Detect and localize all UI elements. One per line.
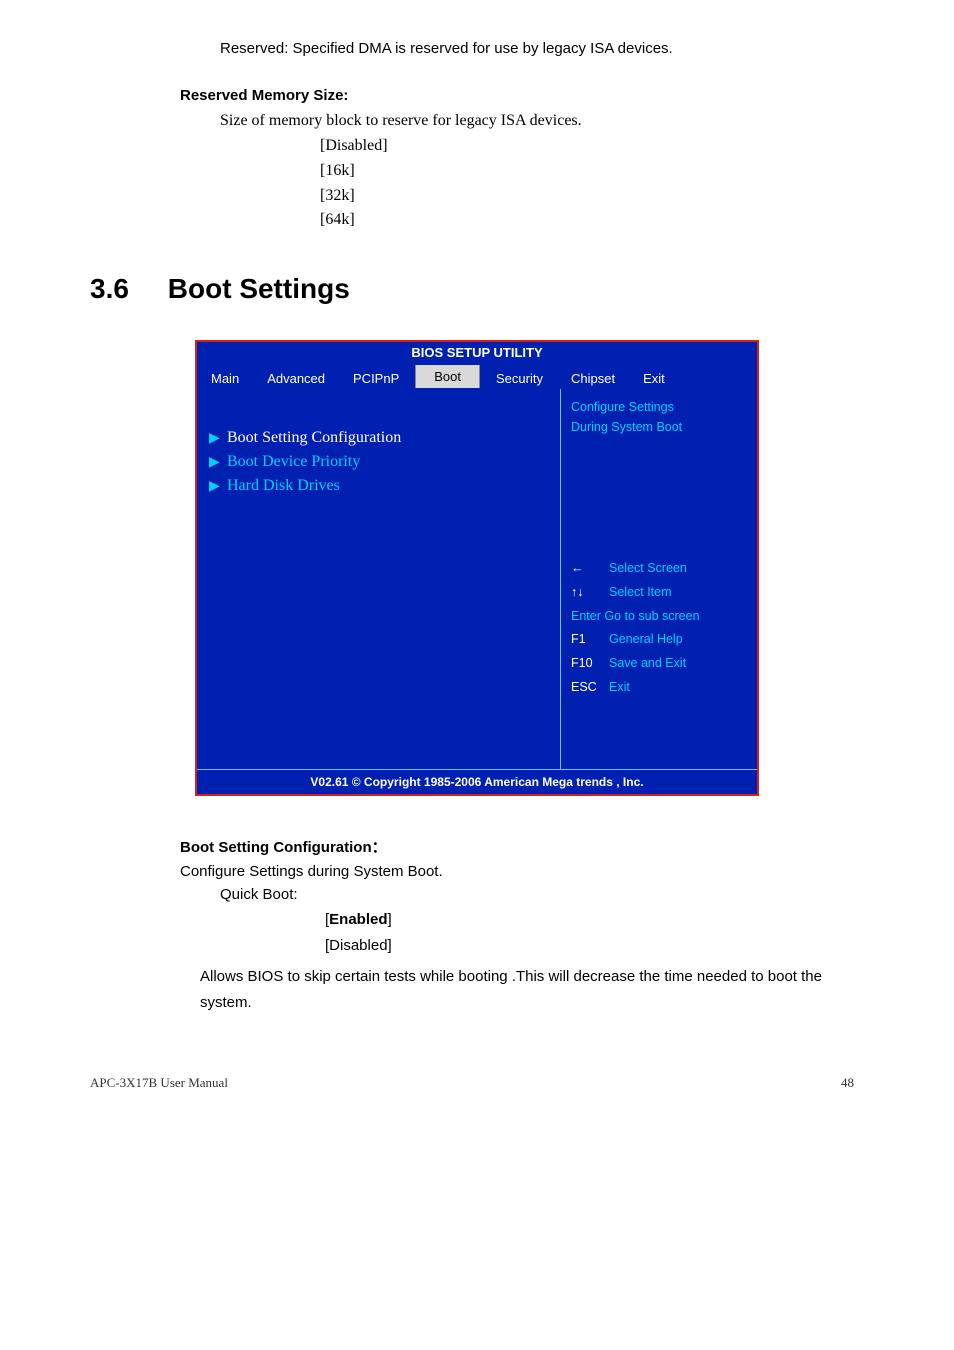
key-enter-full: Enter Go to sub screen xyxy=(571,609,700,623)
bios-body: ▶ Boot Setting Configuration ▶ Boot Devi… xyxy=(197,389,757,769)
tab-boot[interactable]: Boot xyxy=(415,365,480,388)
reserved-memory-desc: Size of memory block to reserve for lega… xyxy=(220,112,864,130)
key-f1: F1 xyxy=(571,628,609,652)
key-row: F10Save and Exit xyxy=(571,652,749,676)
key-row: ESCExit xyxy=(571,676,749,700)
quick-boot-description: Allows BIOS to skip certain tests while … xyxy=(200,964,864,1015)
bracket: ] xyxy=(388,911,392,928)
menu-hard-disk-drives[interactable]: ▶ Hard Disk Drives xyxy=(209,477,552,495)
side-key-legend: ←Select Screen ↑↓Select Item Enter Go to… xyxy=(571,557,749,700)
side-line: During System Boot xyxy=(571,417,749,437)
tab-main[interactable]: Main xyxy=(197,363,253,389)
bios-title: BIOS SETUP UTILITY xyxy=(197,342,757,363)
tab-advanced[interactable]: Advanced xyxy=(253,363,339,389)
arrow-icon: ▶ xyxy=(209,478,227,495)
menu-boot-setting-configuration[interactable]: ▶ Boot Setting Configuration xyxy=(209,429,552,447)
key-row: Enter Go to sub screen xyxy=(571,605,749,629)
menu-label: Boot Device Priority xyxy=(227,453,360,471)
menu-boot-device-priority[interactable]: ▶ Boot Device Priority xyxy=(209,453,552,471)
configure-settings-line: Configure Settings during System Boot. xyxy=(180,863,864,880)
arrow-icon: ▶ xyxy=(209,430,227,447)
tab-chipset[interactable]: Chipset xyxy=(557,363,629,389)
mem-opt: [16k] xyxy=(320,159,864,184)
page-footer: APC-3X17B User Manual 48 xyxy=(90,1075,864,1091)
opt-enabled: [Enabled] xyxy=(325,907,864,933)
section-heading: 3.6 Boot Settings xyxy=(90,273,864,305)
key-row: ←Select Screen xyxy=(571,557,749,581)
bios-side-panel: Configure Settings During System Boot ←S… xyxy=(560,389,757,769)
tab-exit[interactable]: Exit xyxy=(629,363,679,389)
opt-disabled: [Disabled] xyxy=(325,933,864,959)
boot-setting-configuration-heading: Boot Setting Configuration： xyxy=(180,836,864,857)
quick-boot-label: Quick Boot: xyxy=(220,886,864,903)
mem-opt: [64k] xyxy=(320,208,864,233)
menu-label: Boot Setting Configuration xyxy=(227,429,401,447)
key-desc: General Help xyxy=(609,632,683,646)
memory-options: [Disabled] [16k] [32k] [64k] xyxy=(320,134,864,233)
key-desc: Save and Exit xyxy=(609,656,686,670)
reserved-dma-text: Reserved: Specified DMA is reserved for … xyxy=(220,40,864,57)
tab-security[interactable]: Security xyxy=(482,363,557,389)
bios-footer: V02.61 © Copyright 1985-2006 American Me… xyxy=(197,769,757,794)
mem-opt: [32k] xyxy=(320,184,864,209)
enabled-bold: Enabled xyxy=(329,911,387,928)
tab-pcipnp[interactable]: PCIPnP xyxy=(339,363,413,389)
key-desc: Select Screen xyxy=(609,561,687,575)
bios-main-panel: ▶ Boot Setting Configuration ▶ Boot Devi… xyxy=(197,389,560,769)
reserved-memory-heading: Reserved Memory Size: xyxy=(180,87,864,104)
footer-left: APC-3X17B User Manual xyxy=(90,1075,228,1091)
key-desc: Select Item xyxy=(609,585,672,599)
section-title: Boot Settings xyxy=(168,273,350,304)
menu-label: Hard Disk Drives xyxy=(227,477,340,495)
key-esc: ESC xyxy=(571,676,609,700)
side-line: Configure Settings xyxy=(571,397,749,417)
tab-boot-wrapper: Boot xyxy=(413,363,482,389)
key-desc: Exit xyxy=(609,680,630,694)
key-updown-arrow-icon: ↑↓ xyxy=(571,581,609,605)
bios-tab-bar: Main Advanced PCIPnP Boot Security Chips… xyxy=(197,363,757,389)
mem-opt: [Disabled] xyxy=(320,134,864,159)
footer-page-number: 48 xyxy=(841,1075,854,1091)
key-left-arrow-icon: ← xyxy=(571,557,609,581)
key-f10: F10 xyxy=(571,652,609,676)
side-help-text: Configure Settings During System Boot xyxy=(571,397,749,437)
quick-boot-options: [Enabled] [Disabled] xyxy=(325,907,864,958)
key-row: F1General Help xyxy=(571,628,749,652)
bios-screenshot: BIOS SETUP UTILITY Main Advanced PCIPnP … xyxy=(195,340,759,796)
arrow-icon: ▶ xyxy=(209,454,227,471)
key-row: ↑↓Select Item xyxy=(571,581,749,605)
section-number: 3.6 xyxy=(90,273,160,305)
